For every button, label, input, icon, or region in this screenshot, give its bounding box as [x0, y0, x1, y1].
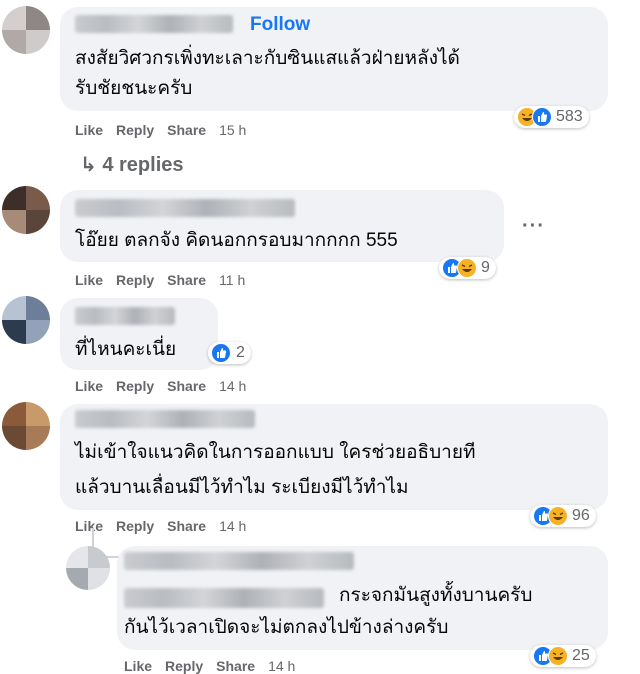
- reply-button[interactable]: Reply: [116, 378, 154, 394]
- follow-link[interactable]: Follow: [250, 14, 310, 36]
- comment-text-line: สงสัยวิศวกรเพิ่งทะเลาะกับซินแสแล้วฝ่ายหล…: [75, 48, 460, 69]
- share-button[interactable]: Share: [167, 518, 206, 534]
- reaction-summary[interactable]: 2: [208, 342, 251, 364]
- share-button[interactable]: Share: [167, 122, 206, 138]
- avatar[interactable]: [2, 296, 50, 344]
- timestamp[interactable]: 14 h: [219, 378, 246, 394]
- reaction-count: 583: [556, 108, 583, 125]
- share-button[interactable]: Share: [167, 378, 206, 394]
- reply-button[interactable]: Reply: [116, 122, 154, 138]
- timestamp[interactable]: 11 h: [219, 272, 245, 288]
- haha-reaction-icon: [548, 506, 568, 526]
- author-name[interactable]: [75, 199, 295, 217]
- comment-text-line: กันไว้เวลาเปิดจะไม่ตกลงไปข้างล่างครับ: [124, 617, 449, 638]
- avatar[interactable]: [2, 186, 50, 234]
- reaction-summary[interactable]: 9: [439, 257, 496, 279]
- reply-button[interactable]: Reply: [116, 272, 154, 288]
- reaction-summary[interactable]: 25: [530, 645, 596, 667]
- avatar[interactable]: [2, 402, 50, 450]
- timestamp[interactable]: 15 h: [219, 122, 246, 138]
- timestamp[interactable]: 14 h: [219, 518, 246, 534]
- comment-text-line: ไม่เข้าใจแนวคิดในการออกแบบ ใครช่วยอธิบาย…: [75, 442, 476, 463]
- comment-text-line: แล้วบานเลื่อนมีไว้ทำไม ระเบียงมีไว้ทำไม: [75, 477, 409, 498]
- author-name[interactable]: [75, 410, 255, 428]
- haha-reaction-icon: [457, 258, 477, 278]
- author-name[interactable]: [75, 307, 175, 325]
- haha-reaction-icon: [548, 646, 568, 666]
- reaction-summary[interactable]: 583: [514, 106, 589, 128]
- reaction-summary[interactable]: 96: [530, 505, 596, 527]
- author-name[interactable]: [124, 552, 354, 570]
- replies-count-label: 4 replies: [102, 154, 184, 176]
- like-button[interactable]: Like: [75, 122, 103, 138]
- like-reaction-icon: [211, 343, 231, 363]
- view-replies-link[interactable]: ↳ 4 replies: [80, 152, 184, 177]
- comment-text-line: โอ๊ยย ตลกจัง คิดนอกกรอบมากกกก 555: [75, 230, 398, 251]
- comment-text-line: กระจกมันสูงทั้งบานครับ: [339, 585, 533, 606]
- comment-actions: Like Reply Share 11 h: [75, 272, 258, 288]
- avatar[interactable]: [66, 546, 110, 590]
- comment-text-line: ที่ไหนคะเนี่ย: [75, 339, 177, 360]
- share-button[interactable]: Share: [167, 272, 206, 288]
- reply-arrow-icon: ↳: [80, 154, 97, 176]
- like-button[interactable]: Like: [75, 272, 103, 288]
- reaction-count: 96: [572, 507, 590, 524]
- mention-tag[interactable]: [124, 588, 324, 608]
- reply-button[interactable]: Reply: [116, 518, 154, 534]
- comment-actions: Like Reply Share 14 h: [75, 378, 259, 394]
- reaction-count: 2: [236, 344, 245, 361]
- avatar[interactable]: [2, 6, 50, 54]
- like-button[interactable]: Like: [75, 378, 103, 394]
- author-name[interactable]: [75, 15, 233, 33]
- reaction-count: 9: [481, 259, 490, 276]
- comment-actions: Like Reply Share 15 h: [75, 122, 259, 138]
- comment-text-line: รับชัยชนะครับ: [75, 78, 193, 99]
- reaction-count: 25: [572, 647, 590, 664]
- like-reaction-icon: [532, 107, 552, 127]
- more-options-icon[interactable]: ···: [522, 215, 545, 238]
